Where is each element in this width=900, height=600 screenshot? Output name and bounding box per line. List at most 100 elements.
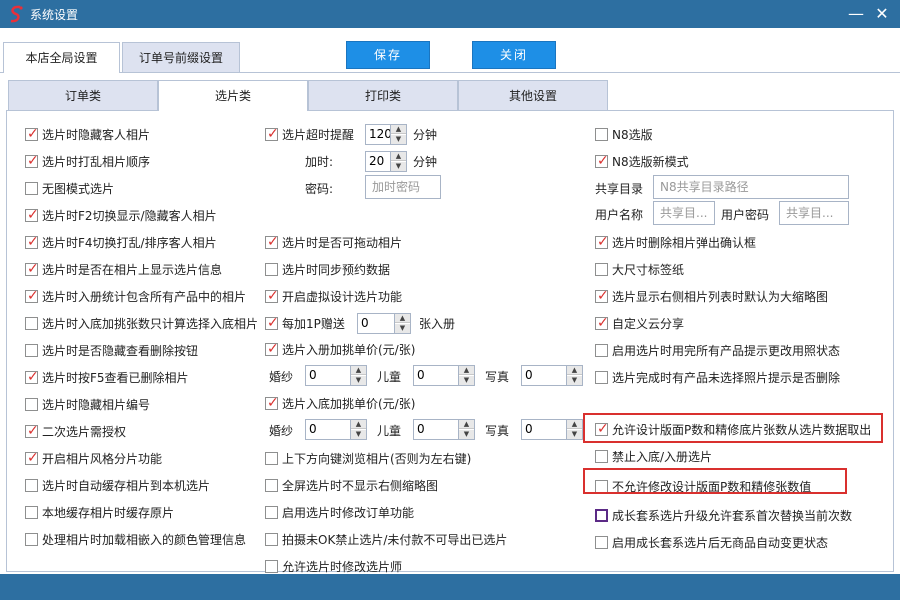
base-wedding-label: 婚纱 [269, 424, 294, 438]
spin-down-icon[interactable]: ▼ [567, 376, 582, 385]
checkmark-icon: ✓ [27, 288, 39, 304]
album-child-stepper[interactable]: 0 ▲ ▼ [413, 365, 475, 386]
checkbox-box[interactable] [265, 533, 278, 546]
checkbox-box[interactable] [595, 536, 608, 549]
username-field[interactable]: 共享目... [653, 201, 715, 225]
timeout-minutes-stepper[interactable]: 120 ▲ ▼ [365, 124, 407, 145]
checkbox-box[interactable]: ✓ [25, 288, 39, 304]
checkbox-box[interactable] [25, 479, 38, 492]
checkbox-box[interactable] [265, 506, 278, 519]
checkmark-icon: ✓ [27, 450, 39, 466]
checkbox-box[interactable] [595, 344, 608, 357]
checkbox-box[interactable] [265, 479, 278, 492]
bonus-suffix-label: 张入册 [419, 317, 456, 331]
settings-panel: ✓ 选片时隐藏客人相片 ✓ 选片时打乱相片顺序 无图模式选片 ✓ 选片时F2切换显示/隐藏客… [6, 110, 894, 574]
window-title: 系统设置 [30, 8, 79, 22]
checkbox-box[interactable]: ✓ [595, 288, 609, 304]
checkbox-box[interactable]: ✓ [595, 234, 609, 250]
checkmark-icon: ✓ [267, 234, 279, 250]
checkbox-box[interactable] [265, 560, 278, 573]
spin-down-icon[interactable]: ▼ [567, 430, 582, 439]
spin-up-icon[interactable]: ▲ [567, 420, 582, 429]
userpass-label: 用户密码 [721, 208, 770, 222]
spin-down-icon[interactable]: ▼ [459, 376, 474, 385]
tab-other-settings[interactable]: 其他设置 [458, 80, 608, 110]
close-window-button[interactable]: ✕ [872, 4, 892, 24]
password-label: 密码: [305, 182, 334, 196]
checkbox-box[interactable] [25, 398, 38, 411]
checkbox-box[interactable]: ✓ [25, 450, 39, 466]
close-button[interactable]: 关闭 [472, 41, 556, 69]
spin-down-icon[interactable]: ▼ [391, 162, 406, 171]
spin-up-icon[interactable]: ▲ [391, 125, 406, 134]
checkbox-box[interactable]: ✓ [25, 369, 39, 385]
checkmark-icon: ✓ [597, 234, 609, 250]
share-dir-field[interactable]: N8共享目录路径 [653, 175, 849, 199]
add-time-password-field[interactable]: 加时密码 [365, 175, 441, 199]
checkbox-box[interactable]: ✓ [25, 126, 39, 142]
spin-up-icon[interactable]: ▲ [459, 420, 474, 429]
spin-down-icon[interactable]: ▼ [391, 135, 406, 144]
checkbox-box[interactable] [25, 506, 38, 519]
tab-photo-select[interactable]: 选片类 [158, 80, 308, 111]
checkbox-box[interactable] [595, 450, 608, 463]
checkbox-box[interactable]: ✓ [265, 315, 279, 331]
checkbox-box[interactable]: ✓ [265, 395, 279, 411]
share-dir-label: 共享目录 [595, 182, 644, 196]
checkbox-box[interactable]: ✓ [265, 234, 279, 250]
checkbox-box[interactable]: ✓ [595, 315, 609, 331]
checkmark-icon: ✓ [27, 369, 39, 385]
checkbox-box[interactable] [25, 344, 38, 357]
album-portrait-stepper[interactable]: 0 ▲ ▼ [521, 365, 583, 386]
checkmark-icon: ✓ [267, 395, 279, 411]
checkbox-box[interactable]: ✓ [25, 153, 39, 169]
tab-order[interactable]: 订单类 [8, 80, 158, 110]
minimize-button[interactable]: — [846, 4, 866, 24]
save-button[interactable]: 保存 [346, 41, 430, 69]
album-wedding-label: 婚纱 [269, 370, 294, 384]
tab-store-global-settings[interactable]: 本店全局设置 [3, 42, 120, 73]
spin-down-icon[interactable]: ▼ [351, 430, 366, 439]
checkbox-box[interactable]: ✓ [25, 207, 39, 223]
tab-print[interactable]: 打印类 [308, 80, 458, 110]
checkbox-box[interactable] [595, 371, 608, 384]
base-portrait-stepper[interactable]: 0 ▲ ▼ [521, 419, 583, 440]
checkbox-box[interactable] [25, 533, 38, 546]
checkmark-icon: ✓ [597, 288, 609, 304]
spin-down-icon[interactable]: ▼ [351, 376, 366, 385]
checkbox-box[interactable]: ✓ [25, 423, 39, 439]
checkmark-icon: ✓ [27, 126, 39, 142]
checkbox-box[interactable]: ✓ [25, 234, 39, 250]
checkbox-box[interactable] [595, 263, 608, 276]
checkbox-box[interactable]: ✓ [265, 341, 279, 357]
spin-up-icon[interactable]: ▲ [351, 420, 366, 429]
checkbox-box[interactable]: ✓ [265, 126, 279, 142]
base-child-stepper[interactable]: 0 ▲ ▼ [413, 419, 475, 440]
spin-down-icon[interactable]: ▼ [459, 430, 474, 439]
spin-up-icon[interactable]: ▲ [391, 152, 406, 161]
album-wedding-stepper[interactable]: 0 ▲ ▼ [305, 365, 367, 386]
checkbox-box[interactable] [265, 263, 278, 276]
spin-up-icon[interactable]: ▲ [395, 314, 410, 323]
checkbox-box[interactable] [595, 128, 608, 141]
tab-order-prefix-settings[interactable]: 订单号前缀设置 [122, 42, 240, 72]
checkmark-icon: ✓ [597, 153, 609, 169]
spin-up-icon[interactable]: ▲ [351, 366, 366, 375]
spin-up-icon[interactable]: ▲ [567, 366, 582, 375]
spin-up-icon[interactable]: ▲ [459, 366, 474, 375]
add-time-stepper[interactable]: 20 ▲ ▼ [365, 151, 407, 172]
checkbox-box[interactable] [25, 317, 38, 330]
checkbox-box[interactable] [595, 509, 608, 522]
spin-down-icon[interactable]: ▼ [395, 324, 410, 333]
checkmark-icon: ✓ [27, 423, 39, 439]
checkbox-box[interactable] [25, 182, 38, 195]
checkbox-box[interactable] [265, 452, 278, 465]
userpass-field[interactable]: 共享目... [779, 201, 849, 225]
checkbox-box[interactable]: ✓ [25, 261, 39, 277]
album-child-label: 儿童 [377, 370, 402, 384]
base-wedding-stepper[interactable]: 0 ▲ ▼ [305, 419, 367, 440]
timeout-unit-label: 分钟 [413, 128, 438, 142]
checkbox-box[interactable]: ✓ [265, 288, 279, 304]
bonus-count-stepper[interactable]: 0 ▲ ▼ [357, 313, 411, 334]
checkbox-box[interactable]: ✓ [595, 153, 609, 169]
